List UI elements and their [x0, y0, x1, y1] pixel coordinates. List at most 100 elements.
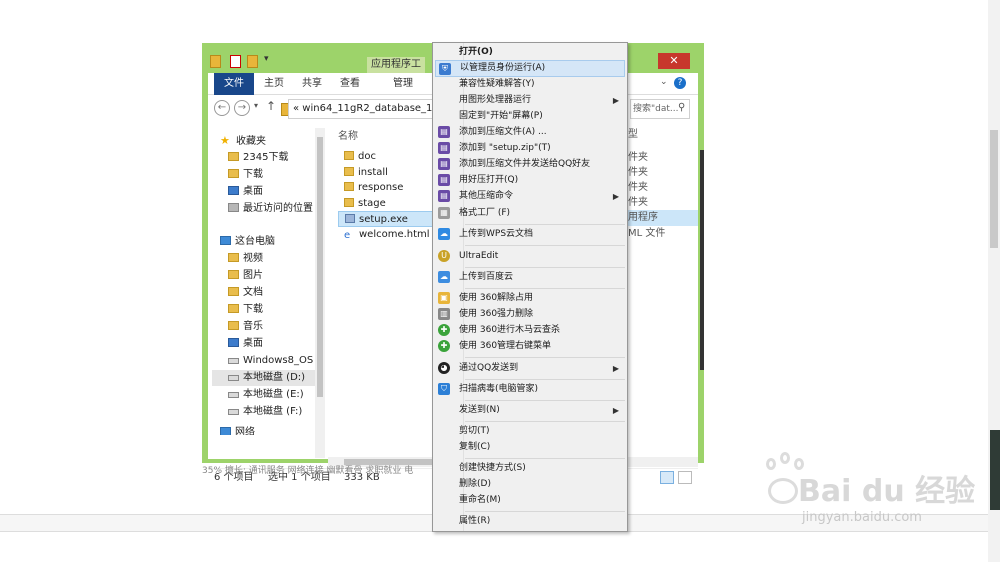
menu-separator	[465, 357, 625, 358]
menu-item-360-manage-menu[interactable]: ✚ 使用 360管理右键菜单	[435, 338, 625, 355]
menu-item-360-force-delete[interactable]: ▥ 使用 360强力删除	[435, 306, 625, 323]
nav-drive-f[interactable]: 本地磁盘 (F:)	[228, 404, 302, 420]
file-type-cell: 件夹	[628, 182, 648, 193]
menu-label: 发送到(N)	[459, 405, 500, 415]
up-button[interactable]: ↑	[266, 99, 276, 113]
tab-view[interactable]: 查看	[332, 73, 368, 95]
baidu-jingyan-watermark: Bai du 经验 jingyan.baidu.com	[762, 448, 975, 548]
menu-item-run-with-gpu[interactable]: 用图形处理器运行 ▶	[435, 92, 625, 109]
menu-item-ultraedit[interactable]: U UltraEdit	[435, 248, 625, 265]
help-icon[interactable]: ?	[674, 77, 686, 89]
menu-label: 用图形处理器运行	[459, 95, 532, 105]
nav-drive-c[interactable]: Windows8_OS (	[228, 353, 320, 369]
properties-icon[interactable]	[230, 55, 241, 68]
nav-network[interactable]: 网络	[220, 425, 255, 435]
tab-manage[interactable]: 管理	[384, 73, 422, 95]
page-scrollbar-thumb[interactable]	[990, 130, 998, 248]
menu-item-add-to-setup-zip[interactable]: ▤ 添加到 "setup.zip"(T)	[435, 140, 625, 157]
menu-item-360-trojan-scan[interactable]: ✚ 使用 360进行木马云查杀	[435, 322, 625, 339]
forward-button[interactable]: →	[234, 100, 250, 116]
address-bar[interactable]: « win64_11gR2_database_1of2	[288, 99, 438, 119]
tab-share[interactable]: 共享	[294, 73, 330, 95]
menu-item-send-to[interactable]: 发送到(N) ▶	[435, 402, 625, 419]
folder-lock-icon: ▣	[438, 292, 450, 304]
nav-label: 最近访问的位置	[243, 203, 313, 214]
dropdown-icon[interactable]: ▾	[264, 54, 269, 64]
nav-desktop-pc[interactable]: 桌面	[228, 336, 263, 352]
menu-item-open[interactable]: 打开(O)	[435, 44, 625, 61]
nav-downloads[interactable]: 下载	[228, 167, 263, 183]
back-button[interactable]: ←	[214, 100, 230, 116]
tab-file[interactable]: 文件	[214, 73, 254, 95]
menu-item-pin-to-start[interactable]: 固定到"开始"屏幕(P)	[435, 108, 625, 125]
nav-pictures[interactable]: 图片	[228, 268, 263, 284]
guard-icon: ⛉	[438, 383, 450, 395]
menu-item-send-via-qq[interactable]: ◕ 通过QQ发送到 ▶	[435, 360, 625, 377]
network-icon	[220, 427, 231, 435]
nav-label: 这台电脑	[235, 236, 275, 247]
menu-item-upload-wps[interactable]: ☁ 上传到WPS云文档	[435, 226, 625, 243]
tab-home[interactable]: 主页	[256, 73, 292, 95]
nav-recent-places[interactable]: 最近访问的位置	[228, 201, 313, 217]
watermark-brand: Bai du 经验	[798, 474, 976, 509]
new-folder-icon[interactable]	[247, 55, 258, 68]
folder-icon	[344, 151, 354, 160]
folder-icon[interactable]	[210, 55, 221, 68]
menu-label: 兼容性疑难解答(Y)	[459, 79, 535, 89]
nav-label: 文档	[243, 287, 263, 298]
file-name: response	[358, 182, 404, 193]
close-button[interactable]: ✕	[658, 53, 690, 69]
nav-videos[interactable]: 视频	[228, 251, 263, 267]
contextual-tab-app-tools[interactable]: 应用程序工具	[367, 57, 425, 86]
recent-icon	[228, 203, 239, 212]
expand-ribbon-icon[interactable]: ⌄	[660, 77, 668, 87]
recent-dropdown-icon[interactable]: ▾	[254, 101, 258, 110]
menu-item-run-as-admin[interactable]: ⛨ 以管理员身份运行(A)	[435, 60, 625, 77]
menu-item-create-shortcut[interactable]: 创建快捷方式(S)	[435, 460, 625, 477]
menu-label: 添加到压缩文件并发送给QQ好友	[459, 159, 591, 169]
nav-scrollbar-thumb[interactable]	[317, 137, 323, 397]
menu-item-scan-virus[interactable]: ⛉ 扫描病毒(电脑管家)	[435, 381, 625, 398]
menu-label: 格式工厂 (F)	[459, 208, 511, 218]
menu-label: 创建快捷方式(S)	[459, 463, 526, 473]
menu-label: 复制(C)	[459, 442, 491, 452]
documents-folder-icon	[228, 287, 239, 296]
nav-label: 音乐	[243, 321, 263, 332]
menu-item-cut[interactable]: 剪切(T)	[435, 423, 625, 440]
nav-music[interactable]: 音乐	[228, 319, 263, 335]
menu-item-delete[interactable]: 删除(D)	[435, 476, 625, 493]
menu-item-archive-send-qq[interactable]: ▤ 添加到压缩文件并发送给QQ好友	[435, 156, 625, 173]
nav-drive-d[interactable]: 本地磁盘 (D:)	[212, 370, 316, 386]
shield-icon: ⛨	[439, 63, 451, 75]
nav-2345-downloads[interactable]: 2345下载	[228, 150, 288, 166]
side-widget	[990, 430, 1000, 510]
nav-favorites[interactable]: ★ 收藏夹	[220, 133, 266, 149]
menu-item-compat-troubleshoot[interactable]: 兼容性疑难解答(Y)	[435, 76, 625, 93]
menu-item-add-to-archive[interactable]: ▤ 添加到压缩文件(A) ...	[435, 124, 625, 141]
background-edge	[700, 150, 704, 370]
menu-item-upload-baidu[interactable]: ☁ 上传到百度云	[435, 269, 625, 286]
folder-icon	[344, 198, 354, 207]
menu-item-rename[interactable]: 重命名(M)	[435, 492, 625, 509]
nav-desktop[interactable]: 桌面	[228, 184, 263, 200]
navigation-pane: ★ 收藏夹 2345下载 下载 桌面 最近访问的位置 这台电脑 视频 图片 文档 …	[208, 125, 328, 435]
nav-downloads-pc[interactable]: 下载	[228, 302, 263, 318]
menu-item-open-with-haozip[interactable]: ▤ 用好压打开(Q)	[435, 172, 625, 189]
nav-this-pc[interactable]: 这台电脑	[220, 234, 275, 250]
nav-drive-e[interactable]: 本地磁盘 (E:)	[228, 387, 304, 403]
menu-item-360-unlock[interactable]: ▣ 使用 360解除占用	[435, 290, 625, 307]
column-header-type[interactable]: 型	[628, 125, 638, 140]
file-name: welcome.html	[359, 229, 430, 240]
menu-item-copy[interactable]: 复制(C)	[435, 439, 625, 456]
menu-item-other-compress[interactable]: ▤ 其他压缩命令 ▶	[435, 188, 625, 205]
nav-label: 本地磁盘 (D:)	[243, 372, 306, 383]
ultraedit-icon: U	[438, 250, 450, 262]
drive-icon	[228, 392, 239, 398]
drive-icon	[228, 409, 239, 415]
menu-separator	[465, 267, 625, 268]
menu-item-properties[interactable]: 属性(R)	[435, 513, 625, 530]
nav-documents[interactable]: 文档	[228, 285, 263, 301]
menu-label: 使用 360进行木马云查杀	[459, 325, 561, 335]
menu-item-format-factory[interactable]: ▦ 格式工厂 (F)	[435, 205, 625, 222]
column-header-name[interactable]: 名称	[338, 127, 358, 142]
